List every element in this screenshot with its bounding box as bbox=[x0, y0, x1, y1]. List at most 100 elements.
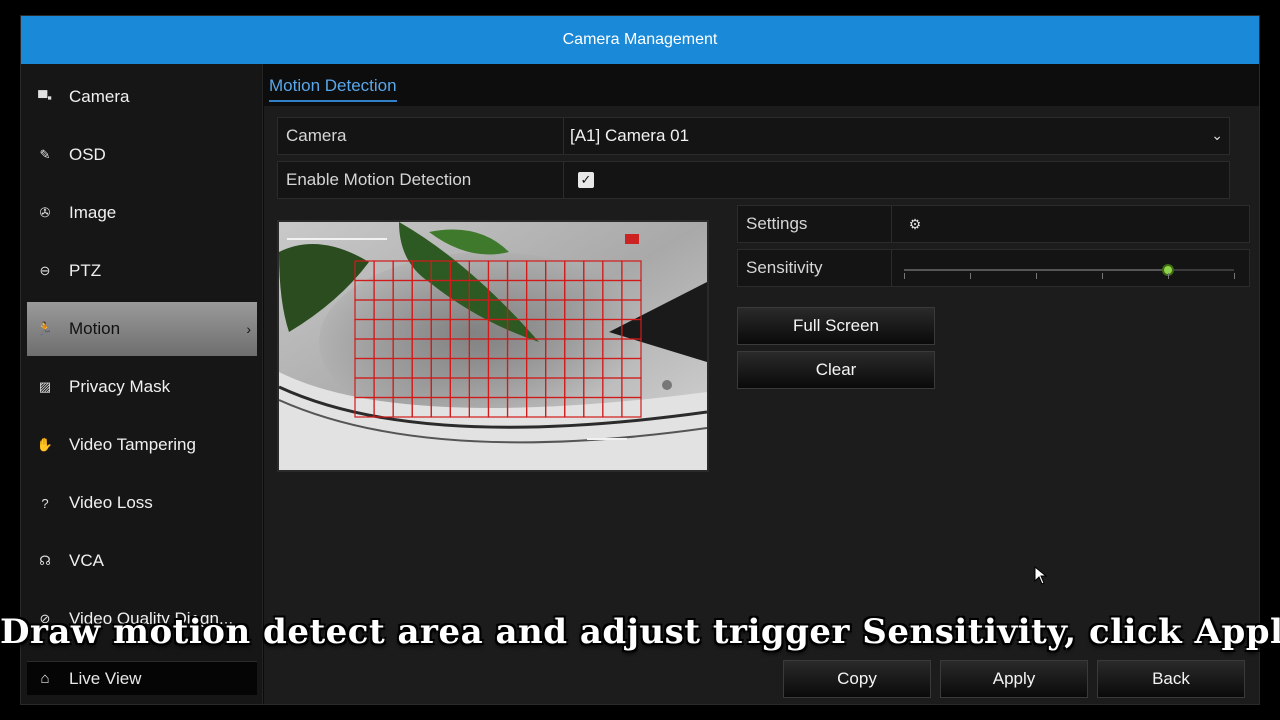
motion-grid-cell[interactable] bbox=[487, 299, 509, 321]
motion-grid-cell[interactable] bbox=[354, 377, 375, 399]
motion-grid-cell[interactable] bbox=[583, 377, 604, 399]
motion-grid-cell[interactable] bbox=[354, 396, 375, 418]
sidebar-item-vca[interactable]: ☊ VCA bbox=[27, 534, 257, 588]
motion-grid-cell[interactable] bbox=[430, 338, 451, 360]
motion-grid-cell[interactable] bbox=[373, 279, 394, 301]
motion-grid-cell[interactable] bbox=[583, 260, 604, 282]
motion-grid-cell[interactable] bbox=[354, 318, 375, 340]
motion-grid-cell[interactable] bbox=[545, 396, 566, 418]
motion-grid-cell[interactable] bbox=[430, 377, 451, 399]
motion-grid-cell[interactable] bbox=[564, 260, 585, 282]
live-view-button[interactable]: ⌂ Live View bbox=[27, 661, 257, 695]
motion-grid-cell[interactable] bbox=[487, 377, 509, 399]
motion-grid-cell[interactable] bbox=[545, 318, 566, 340]
motion-grid-cell[interactable] bbox=[583, 396, 604, 418]
motion-grid-cell[interactable] bbox=[564, 338, 585, 360]
motion-grid-cell[interactable] bbox=[354, 338, 375, 360]
motion-grid-cell[interactable] bbox=[602, 279, 623, 301]
motion-grid-cell[interactable] bbox=[564, 377, 585, 399]
motion-grid-cell[interactable] bbox=[621, 396, 642, 418]
motion-grid-cell[interactable] bbox=[411, 338, 432, 360]
motion-grid-cell[interactable] bbox=[430, 318, 451, 340]
motion-grid-cell[interactable] bbox=[506, 279, 528, 301]
motion-grid-cell[interactable] bbox=[583, 357, 604, 379]
motion-grid-cell[interactable] bbox=[526, 260, 547, 282]
sensitivity-slider[interactable] bbox=[892, 249, 1236, 287]
motion-grid-cell[interactable] bbox=[526, 338, 547, 360]
motion-grid-cell[interactable] bbox=[392, 279, 413, 301]
full-screen-button[interactable]: Full Screen bbox=[737, 307, 935, 345]
motion-grid-cell[interactable] bbox=[430, 299, 451, 321]
motion-preview[interactable] bbox=[277, 220, 709, 472]
motion-grid-cell[interactable] bbox=[430, 260, 451, 282]
motion-grid-cell[interactable] bbox=[583, 338, 604, 360]
motion-grid-cell[interactable] bbox=[449, 338, 471, 360]
motion-grid-cell[interactable] bbox=[430, 357, 451, 379]
motion-grid-cell[interactable] bbox=[449, 260, 471, 282]
motion-grid-cell[interactable] bbox=[373, 299, 394, 321]
motion-grid-cell[interactable] bbox=[506, 338, 528, 360]
sidebar-item-camera[interactable]: ▀▪ Camera bbox=[27, 70, 257, 124]
motion-grid-cell[interactable] bbox=[602, 318, 623, 340]
gear-icon[interactable]: ⚙ bbox=[906, 215, 924, 233]
motion-grid-cell[interactable] bbox=[506, 357, 528, 379]
motion-grid-cell[interactable] bbox=[621, 279, 642, 301]
apply-button[interactable]: Apply bbox=[940, 660, 1088, 698]
motion-grid-cell[interactable] bbox=[373, 260, 394, 282]
motion-grid-cell[interactable] bbox=[449, 318, 471, 340]
motion-grid-cell[interactable] bbox=[526, 396, 547, 418]
motion-grid-cell[interactable] bbox=[526, 318, 547, 340]
clear-button[interactable]: Clear bbox=[737, 351, 935, 389]
motion-grid-cell[interactable] bbox=[506, 396, 528, 418]
copy-button[interactable]: Copy bbox=[783, 660, 931, 698]
motion-grid-cell[interactable] bbox=[506, 260, 528, 282]
motion-grid-cell[interactable] bbox=[602, 299, 623, 321]
back-button[interactable]: Back bbox=[1097, 660, 1245, 698]
motion-grid-cell[interactable] bbox=[411, 396, 432, 418]
motion-grid-cell[interactable] bbox=[583, 279, 604, 301]
motion-grid-cell[interactable] bbox=[602, 260, 623, 282]
motion-grid-cell[interactable] bbox=[373, 338, 394, 360]
motion-grid-cell[interactable] bbox=[392, 396, 413, 418]
motion-grid-cell[interactable] bbox=[468, 396, 490, 418]
motion-grid-cell[interactable] bbox=[545, 338, 566, 360]
tab-motion-detection[interactable]: Motion Detection bbox=[269, 76, 397, 102]
motion-grid-cell[interactable] bbox=[545, 357, 566, 379]
motion-grid-cell[interactable] bbox=[621, 260, 642, 282]
motion-detection-grid[interactable] bbox=[354, 260, 642, 418]
motion-grid-cell[interactable] bbox=[468, 357, 490, 379]
motion-grid-cell[interactable] bbox=[583, 318, 604, 340]
motion-grid-cell[interactable] bbox=[392, 377, 413, 399]
motion-grid-cell[interactable] bbox=[487, 260, 509, 282]
motion-grid-cell[interactable] bbox=[430, 396, 451, 418]
motion-grid-cell[interactable] bbox=[449, 357, 471, 379]
motion-grid-cell[interactable] bbox=[602, 377, 623, 399]
motion-grid-cell[interactable] bbox=[602, 338, 623, 360]
motion-grid-cell[interactable] bbox=[487, 318, 509, 340]
motion-grid-cell[interactable] bbox=[354, 299, 375, 321]
motion-grid-cell[interactable] bbox=[430, 279, 451, 301]
motion-grid-cell[interactable] bbox=[354, 279, 375, 301]
motion-grid-cell[interactable] bbox=[621, 357, 642, 379]
motion-grid-cell[interactable] bbox=[468, 318, 490, 340]
sidebar-item-video-loss[interactable]: ? Video Loss bbox=[27, 476, 257, 530]
sensitivity-slider-track[interactable] bbox=[904, 264, 1235, 279]
motion-grid-cell[interactable] bbox=[621, 318, 642, 340]
motion-grid-cell[interactable] bbox=[526, 299, 547, 321]
motion-grid-cell[interactable] bbox=[564, 299, 585, 321]
motion-grid-cell[interactable] bbox=[526, 357, 547, 379]
motion-grid-cell[interactable] bbox=[354, 357, 375, 379]
motion-grid-cell[interactable] bbox=[373, 318, 394, 340]
motion-grid-cell[interactable] bbox=[411, 279, 432, 301]
sidebar-item-ptz[interactable]: ⊖ PTZ bbox=[27, 244, 257, 298]
motion-grid-cell[interactable] bbox=[468, 279, 490, 301]
motion-grid-cell[interactable] bbox=[506, 299, 528, 321]
camera-select[interactable]: [A1] Camera 01 ⌄ bbox=[564, 118, 1229, 154]
motion-grid-cell[interactable] bbox=[487, 338, 509, 360]
sidebar-item-osd[interactable]: ✎ OSD bbox=[27, 128, 257, 182]
motion-grid-cell[interactable] bbox=[468, 260, 490, 282]
sidebar-item-motion[interactable]: 🏃 Motion › bbox=[27, 302, 257, 356]
motion-grid-cell[interactable] bbox=[564, 357, 585, 379]
motion-grid-cell[interactable] bbox=[468, 338, 490, 360]
motion-grid-cell[interactable] bbox=[487, 396, 509, 418]
